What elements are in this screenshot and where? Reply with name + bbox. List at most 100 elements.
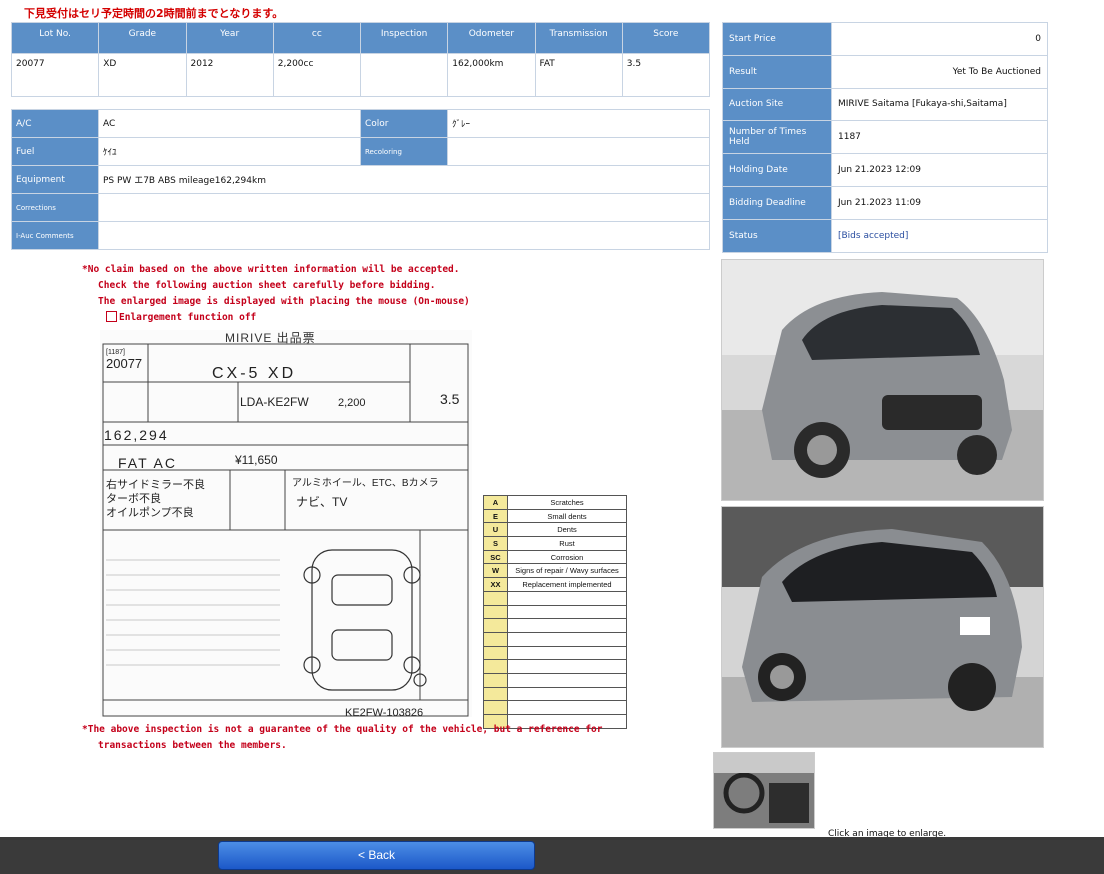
result-value: Yet To Be Auctioned (831, 54, 1048, 89)
sheet-sales-points-2: ナビ、TV (296, 495, 347, 509)
legend-code-empty (483, 590, 508, 606)
spec-header-1: Grade (98, 22, 187, 54)
spec-value-2: 2012 (185, 53, 274, 97)
sheet-remarks-3: オイルポンプ不良 (106, 505, 194, 519)
holding-date-label: Holding Date (722, 153, 832, 187)
bidding-deadline-label: Bidding Deadline (722, 185, 832, 220)
legend-empty-cell (507, 672, 627, 688)
spec-header-7: Score (621, 22, 711, 54)
comments-label: I-Auc Comments (11, 221, 99, 250)
legend-empty-cell (507, 604, 627, 620)
start-price-value: 0 (831, 22, 1048, 56)
auction-site-label: Auction Site (722, 87, 832, 122)
legend-code: XX (483, 577, 508, 592)
legend-code: A (483, 495, 508, 510)
sheet-lot: 20077 (106, 356, 142, 371)
back-button[interactable]: < Back (218, 841, 535, 870)
legend-empty-cell (507, 700, 627, 715)
auction-info-table: Start Price 0 Result Yet To Be Auctioned A… (722, 22, 1048, 253)
legend-meaning: Corrosion (507, 549, 627, 565)
legend-empty-cell (507, 590, 627, 606)
color-label: Color (360, 109, 448, 138)
holding-date-value: Jun 21.2023 12:09 (831, 153, 1048, 187)
result-label: Result (722, 54, 832, 89)
sheet-session: [1187] (106, 349, 125, 356)
vehicle-photo-interior[interactable] (713, 752, 815, 829)
color-value: ｸﾞﾚｰ (447, 109, 710, 138)
legend-code-empty (483, 672, 508, 688)
corrections-value (98, 193, 710, 222)
disclaimer-line-3: The enlarged image is displayed with pla… (98, 296, 470, 307)
legend-code-empty (483, 645, 508, 661)
sheet-transmission: FAT AC (118, 455, 177, 471)
spec-header-6: Transmission (534, 22, 623, 54)
disclaimer-line-2: Check the following auction sheet carefu… (98, 280, 436, 291)
sheet-score: 3.5 (440, 391, 460, 407)
legend-empty-cell (507, 631, 627, 647)
disclaimer-notes: *No claim based on the above written inf… (82, 262, 470, 326)
spec-value-3: 2,200cc (272, 53, 362, 97)
inspection-disclaimer-line-1: *The above inspection is not a guarantee… (82, 724, 603, 735)
comments-value (98, 221, 710, 250)
vehicle-spec-table: Lot No. Grade Year cc Inspection Odometer Tran… (10, 22, 711, 97)
enlargement-label: Enlargement function off (119, 312, 257, 323)
recoloring-value (447, 137, 710, 166)
equipment-value: PS PW エ7B ABS mileage162,294km (98, 165, 710, 194)
legend-meaning: Rust (507, 536, 627, 551)
legend-meaning: Scratches (507, 495, 627, 510)
status-link[interactable]: [Bids accepted] (831, 218, 1048, 253)
legend-meaning: Signs of repair / Wavy surfaces (507, 563, 627, 579)
legend-code: S (483, 536, 508, 551)
fuel-label: Fuel (11, 137, 99, 166)
status-label: Status (722, 218, 832, 253)
spec-header-4: Inspection (359, 22, 449, 54)
sheet-model: CX-5 XD (212, 365, 296, 382)
legend-empty-cell (507, 686, 627, 702)
legend-code: W (483, 563, 508, 579)
damage-legend: A Scratches E Small dents U Dents S Rust SC Corro… (483, 495, 627, 729)
spec-header-3: cc (272, 22, 362, 54)
legend-meaning: Replacement implemented (507, 577, 627, 592)
legend-empty-cell (507, 645, 627, 661)
legend-code: SC (483, 549, 508, 565)
spec-value-6: FAT (534, 53, 623, 97)
disclaimer-line-1: *No claim based on the above written inf… (82, 264, 460, 275)
spec-value-4 (359, 53, 449, 97)
fuel-value: ｹｲﾕ (98, 137, 361, 166)
legend-meaning: Small dents (507, 508, 627, 524)
preview-notice: 下見受付はセリ予定時間の2時間前までとなります。 (24, 7, 284, 20)
corrections-label: Corrections (11, 193, 99, 222)
vehicle-photo-front[interactable] (721, 259, 1044, 501)
legend-code: E (483, 508, 508, 524)
legend-code-empty (483, 659, 508, 674)
auction-sheet-image[interactable]: MIRIVE 出品票 [1187] 20077 CX-5 XD LDA-KE2F… (100, 330, 472, 717)
enlargement-checkbox[interactable] (106, 311, 117, 322)
legend-code-empty (483, 604, 508, 620)
start-price-label: Start Price (722, 22, 832, 56)
sheet-cc: 2,200 (338, 397, 366, 409)
spec-value-1: XD (98, 53, 187, 97)
legend-code-empty (483, 631, 508, 647)
times-held-value: 1187 (831, 120, 1048, 155)
ac-label: A/C (11, 109, 99, 138)
sheet-serial: KE2FW-103826 (345, 707, 423, 717)
legend-empty-cell (507, 618, 627, 633)
auction-site-value: MIRIVE Saitama [Fukaya-shi,Saitama] (831, 87, 1048, 122)
bidding-deadline-value: Jun 21.2023 11:09 (831, 185, 1048, 220)
spec-header-2: Year (185, 22, 274, 54)
sheet-price: ¥11,650 (234, 453, 278, 467)
spec-value-7: 3.5 (621, 53, 711, 97)
inspection-disclaimer-line-2: transactions between the members. (98, 740, 287, 751)
legend-code-empty (483, 700, 508, 715)
sheet-brand: MIRIVE 出品票 (225, 331, 316, 345)
inspection-disclaimer: *The above inspection is not a guarantee… (82, 722, 602, 754)
spec-value-0: 20077 (10, 53, 100, 97)
vehicle-photo-rear[interactable] (721, 506, 1044, 748)
legend-code-empty (483, 686, 508, 702)
spec-value-5: 162,000km (447, 53, 536, 97)
times-held-label: Number of Times Held (722, 120, 832, 155)
enlargement-toggle[interactable]: Enlargement function off (82, 310, 470, 326)
equipment-label: Equipment (11, 165, 99, 194)
footer-bar: < Back (0, 837, 1104, 874)
legend-code: U (483, 522, 508, 538)
